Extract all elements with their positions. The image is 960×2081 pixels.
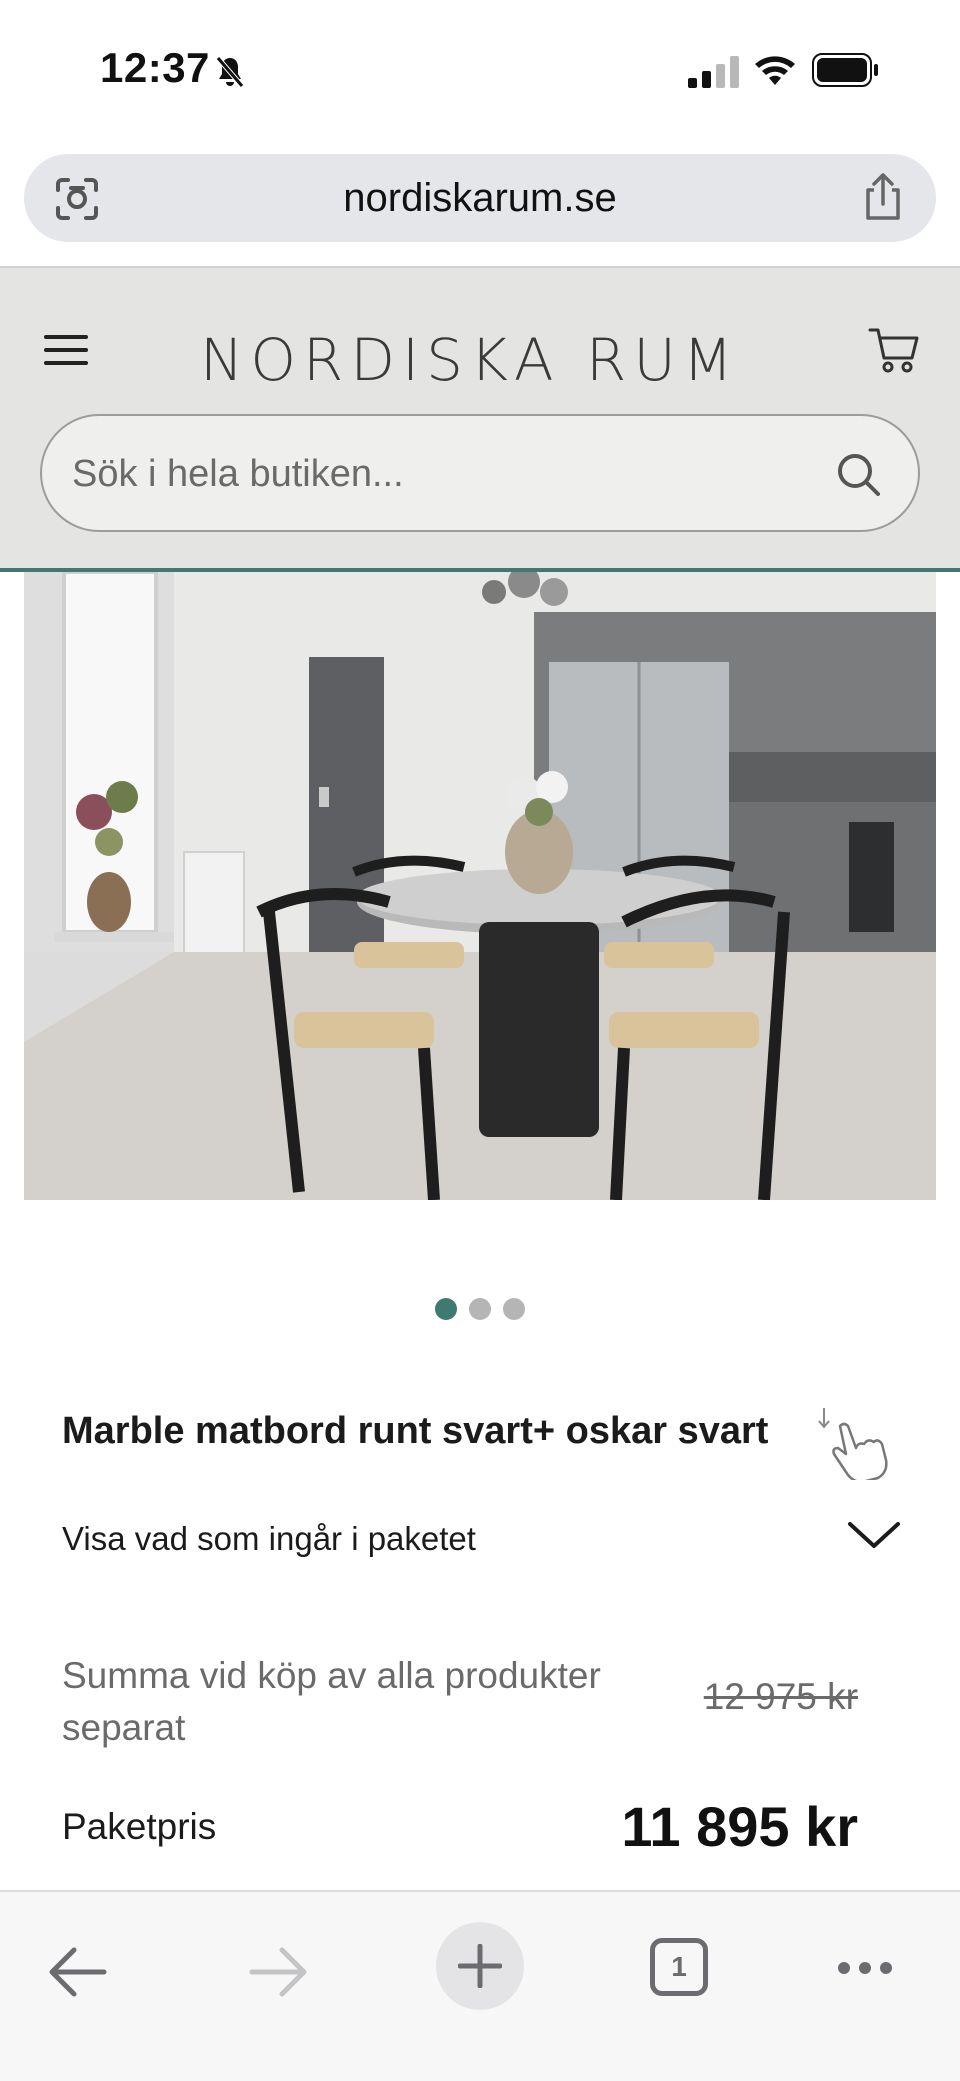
package-toggle-label: Visa vad som ingår i paketet (62, 1520, 476, 1557)
product-image[interactable] (24, 572, 936, 1200)
site-header: NORDISKA RUM (0, 266, 960, 570)
wifi-icon (755, 56, 795, 85)
back-arrow-icon[interactable] (46, 1946, 108, 1998)
package-contents-toggle[interactable]: Visa vad som ingår i paketet (62, 1516, 902, 1564)
tap-hand-icon (818, 1408, 888, 1480)
status-time: 12:37 (100, 44, 210, 91)
cellular-signal-icon (688, 56, 739, 88)
silent-bell-icon (216, 56, 244, 88)
logo-text: NORDISKA RUM (200, 326, 740, 394)
browser-toolbar: 1 (0, 1890, 960, 2081)
carousel-dot[interactable] (469, 1298, 491, 1320)
status-bar: 12:37 (0, 0, 960, 140)
separate-total-price: 12 975 kr (703, 1676, 858, 1717)
plus-icon (458, 1944, 502, 1988)
battery-icon (812, 53, 878, 87)
product-title: Marble matbord runt svart+ oskar svart (62, 1410, 769, 1452)
site-logo[interactable]: NORDISKA RUM (200, 308, 760, 394)
hamburger-menu-icon[interactable] (44, 332, 88, 368)
package-price-label: Paketpris (62, 1806, 217, 1847)
shopping-cart-icon[interactable] (868, 324, 920, 374)
package-price: 11 895 kr (621, 1795, 858, 1858)
forward-arrow-icon[interactable] (248, 1946, 310, 1998)
search-icon[interactable] (834, 450, 882, 498)
tab-count: 1 (671, 1951, 687, 1982)
dining-room-photo (24, 572, 936, 1200)
more-options-icon[interactable] (836, 1960, 894, 1976)
address-bar[interactable]: nordiskarum.se (24, 154, 936, 242)
url-text[interactable]: nordiskarum.se (24, 176, 936, 221)
carousel-dots (0, 1298, 960, 1322)
separate-total-label: Summa vid köp av alla produkter separat (62, 1655, 601, 1748)
chevron-down-icon[interactable] (846, 1516, 902, 1556)
carousel-dot[interactable] (435, 1298, 457, 1320)
search-box[interactable] (40, 414, 920, 532)
search-input[interactable] (72, 446, 832, 502)
carousel-dot[interactable] (503, 1298, 525, 1320)
new-tab-button[interactable] (436, 1922, 524, 2010)
share-icon[interactable] (860, 172, 906, 222)
tab-switcher-button[interactable]: 1 (650, 1938, 708, 1996)
